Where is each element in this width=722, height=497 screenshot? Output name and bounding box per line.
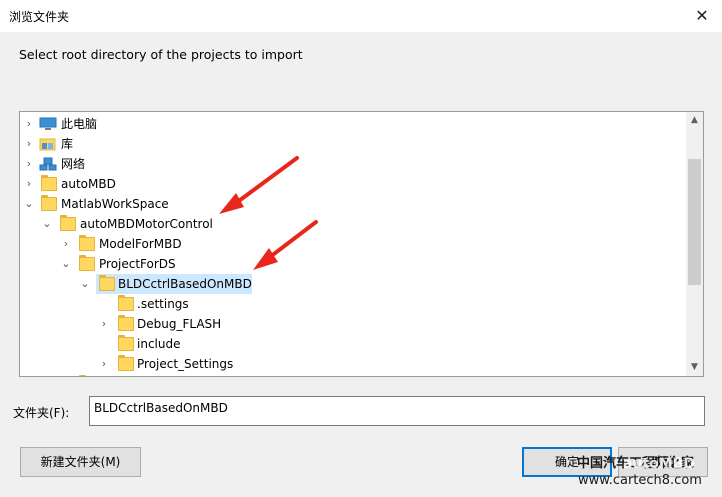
folder-icon [118, 355, 134, 371]
tree-item-label: MatlabWorkSpace [61, 197, 169, 211]
tree-item-label: autoMBDMotorControl [80, 217, 213, 231]
folder-icon [118, 315, 134, 331]
tree-item-label: include [137, 337, 181, 351]
tree-item-partial [20, 374, 685, 376]
tree-item-label: BLDCctrlBasedOnMBD [118, 277, 252, 291]
network-icon [39, 157, 57, 171]
tree-item-label: ProjectForDS [99, 257, 176, 271]
folder-tree[interactable]: › 此电脑 › 库 › 网络 › autoMBD ⌄ MatlabWorkSpa… [19, 111, 704, 377]
folder-icon [41, 175, 57, 191]
chevron-right-icon[interactable]: › [98, 314, 110, 334]
folder-field-label: 文件夹(F): [13, 406, 70, 420]
scroll-thumb[interactable] [688, 159, 701, 285]
scroll-down-icon[interactable]: ▼ [686, 359, 703, 376]
tree-item-library[interactable]: › 库 [20, 134, 685, 154]
tree-item-autombd[interactable]: › autoMBD [20, 174, 685, 194]
tree-item-label: .settings [137, 297, 189, 311]
folder-icon [60, 215, 76, 231]
instruction-text: Select root directory of the projects to… [19, 47, 303, 62]
tree-item-settings[interactable]: .settings [20, 294, 685, 314]
dialog-title: 浏览文件夹 [9, 10, 70, 24]
close-button[interactable]: ✕ [682, 0, 722, 32]
tree-item-modelformbd[interactable]: › ModelForMBD [20, 234, 685, 254]
chevron-right-icon[interactable]: › [98, 354, 110, 374]
folder-icon [79, 235, 95, 251]
chevron-right-icon[interactable]: › [60, 234, 72, 254]
tree-item-label: autoMBD [61, 177, 116, 191]
folder-icon [118, 335, 134, 351]
tree-item-bldcctrlbasedonmbd[interactable]: ⌄ BLDCctrlBasedOnMBD [20, 274, 685, 294]
watermark-logo: autoMBD [623, 456, 695, 472]
vertical-scrollbar[interactable]: ▲ ▼ [686, 112, 703, 376]
library-icon [39, 137, 56, 151]
tree-item-autombdmotorcontrol[interactable]: ⌄ autoMBDMotorControl [20, 214, 685, 234]
tree-item-projectfords[interactable]: ⌄ ProjectForDS [20, 254, 685, 274]
chevron-right-icon[interactable]: › [23, 154, 35, 174]
tree-item-label: ModelForMBD [99, 237, 182, 251]
tree-item-network[interactable]: › 网络 [20, 154, 685, 174]
computer-icon [39, 117, 57, 131]
chevron-right-icon[interactable]: › [23, 114, 35, 134]
chevron-right-icon[interactable]: › [23, 174, 35, 194]
chevron-right-icon[interactable]: › [23, 134, 35, 154]
watermark-url: www.cartech8.com [578, 473, 702, 488]
tree-item-matlabworkspace[interactable]: ⌄ MatlabWorkSpace [20, 194, 685, 214]
tree-item-project-settings[interactable]: › Project_Settings [20, 354, 685, 374]
folder-icon [41, 195, 57, 211]
tree-item-label: Debug_FLASH [137, 317, 222, 331]
chevron-down-icon[interactable]: ⌄ [79, 274, 91, 294]
title-bar: 浏览文件夹 ✕ [0, 0, 722, 32]
folder-icon [79, 255, 95, 271]
chevron-down-icon[interactable]: ⌄ [60, 254, 72, 274]
chevron-down-icon[interactable]: ⌄ [23, 194, 35, 214]
tree-item-label: 网络 [61, 157, 86, 171]
tree-item-include[interactable]: include [20, 334, 685, 354]
folder-icon [99, 275, 115, 291]
folder-field[interactable]: BLDCctrlBasedOnMBD [89, 396, 705, 426]
new-folder-button[interactable]: 新建文件夹(M) [20, 447, 141, 477]
tree-item-debug-flash[interactable]: › Debug_FLASH [20, 314, 685, 334]
scroll-up-icon[interactable]: ▲ [686, 112, 703, 129]
tree-item-label: 库 [61, 137, 74, 151]
tree-item-label: 此电脑 [61, 117, 98, 131]
folder-icon [118, 295, 134, 311]
tree-item-label: Project_Settings [137, 357, 234, 371]
tree-item-this-pc[interactable]: › 此电脑 [20, 114, 685, 134]
chevron-down-icon[interactable]: ⌄ [41, 214, 53, 234]
